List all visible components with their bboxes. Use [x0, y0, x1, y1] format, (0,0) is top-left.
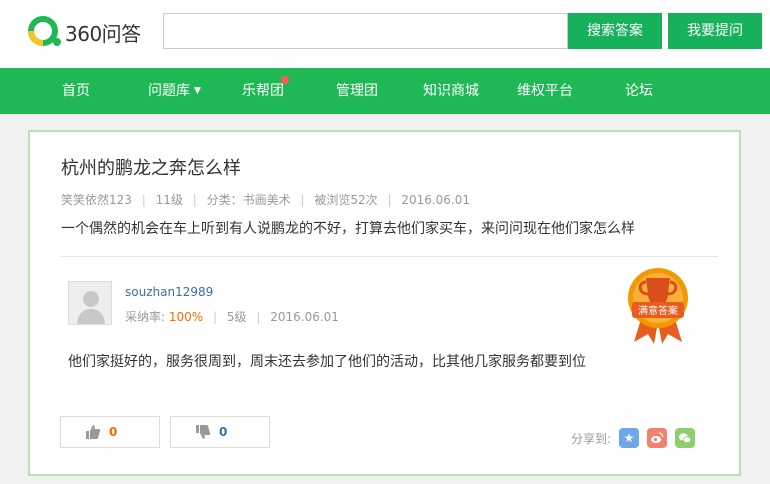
meta-separator: |: [256, 310, 261, 324]
badge-text: 满意答案: [638, 304, 678, 317]
nav-item-help-team[interactable]: 乐帮团: [242, 68, 289, 114]
question-meta: 笑笑依然123 | 11级 | 分类：书画美术 | 被浏览52次 | 2016.…: [61, 191, 470, 208]
wechat-share-icon[interactable]: [675, 428, 696, 448]
nav-item-label: 问题库: [148, 83, 190, 99]
answer-username[interactable]: souzhan12989: [125, 285, 213, 299]
logo-text: 360问答: [65, 21, 141, 46]
top-header: 360问答 搜索答案 我要提问: [0, 0, 770, 68]
share-bar: 分享到: ★: [571, 428, 696, 448]
ask-question-button[interactable]: 我要提问: [668, 13, 762, 49]
category-label: 分类：: [206, 193, 243, 207]
divider: [61, 256, 718, 257]
nav-item-label: 论坛: [625, 83, 653, 99]
nav-item-forum[interactable]: 论坛: [625, 68, 653, 114]
upvote-count: 0: [109, 425, 118, 439]
nav-item-rights-platform[interactable]: 维权平台: [517, 68, 573, 114]
downvote-count: 0: [219, 425, 228, 439]
search-input[interactable]: [163, 13, 568, 49]
question-author[interactable]: 笑笑依然123: [61, 193, 132, 207]
nav-item-question-library[interactable]: 问题库 ▼: [148, 68, 201, 114]
logo[interactable]: 360问答: [27, 14, 141, 50]
rate-label: 采纳率:: [125, 310, 166, 324]
question-body: 一个偶然的机会在车上听到有人说鹏龙的不好，打算去他们家买车，来问问现在他们家怎么…: [61, 221, 635, 237]
meta-separator: |: [387, 193, 392, 207]
thumbs-down-icon: [196, 425, 211, 439]
main-nav: 首页 问题库 ▼ 乐帮团 管理团 知识商城 维权平台 论坛: [0, 68, 770, 114]
qzone-share-icon[interactable]: ★: [619, 428, 640, 448]
question-card: 杭州的鹏龙之奔怎么样 笑笑依然123 | 11级 | 分类：书画美术 | 被浏览…: [28, 130, 741, 476]
meta-separator: |: [300, 193, 305, 207]
notification-dot: [281, 76, 289, 84]
meta-separator: |: [213, 310, 218, 324]
avatar[interactable]: [68, 281, 112, 325]
nav-item-label: 维权平台: [517, 83, 573, 99]
weibo-glyph-icon: [651, 432, 664, 443]
share-label: 分享到:: [571, 431, 612, 446]
nav-item-home[interactable]: 首页: [62, 68, 90, 114]
nav-item-admin-team[interactable]: 管理团: [336, 68, 378, 114]
default-avatar-icon: [69, 282, 111, 324]
wechat-glyph-icon: [679, 433, 692, 444]
upvote-button[interactable]: 0: [60, 416, 160, 448]
acceptance-rate: 100%: [168, 310, 204, 324]
answer-body: 他们家挺好的，服务很周到，周末还去参加了他们的活动，比其他几家服务都要到位: [68, 354, 586, 370]
answer-meta: 采纳率: 100% | 5级 | 2016.06.01: [125, 308, 339, 325]
nav-item-label: 知识商城: [423, 83, 479, 99]
downvote-button[interactable]: 0: [170, 416, 270, 448]
question-author-level: 11级: [155, 193, 183, 207]
search-button[interactable]: 搜索答案: [568, 13, 662, 49]
logo-icon: [28, 16, 61, 46]
weibo-share-icon[interactable]: [647, 428, 668, 448]
nav-item-label: 乐帮团: [242, 83, 284, 99]
nav-item-knowledge-mall[interactable]: 知识商城: [423, 68, 479, 114]
meta-separator: |: [192, 193, 197, 207]
question-views: 被浏览52次: [314, 193, 378, 207]
meta-separator: |: [141, 193, 146, 207]
nav-item-label: 管理团: [336, 83, 378, 99]
question-date: 2016.06.01: [401, 193, 471, 207]
best-answer-badge-icon: 满意答案: [628, 268, 688, 344]
chevron-down-icon: ▼: [194, 86, 201, 96]
thumbs-up-icon: [86, 425, 101, 439]
nav-item-label: 首页: [62, 83, 90, 99]
question-category[interactable]: 书画美术: [243, 193, 291, 207]
question-title: 杭州的鹏龙之奔怎么样: [61, 158, 241, 179]
answer-user-level: 5级: [226, 310, 247, 324]
answer-date: 2016.06.01: [270, 310, 339, 324]
